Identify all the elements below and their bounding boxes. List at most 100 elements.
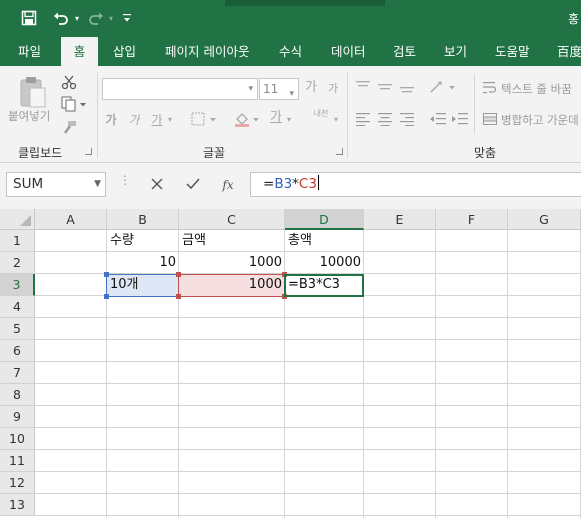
save-icon[interactable]	[18, 8, 40, 28]
column-header-g[interactable]: G	[508, 209, 581, 230]
gridline	[35, 493, 581, 494]
tab-file[interactable]: 파일	[18, 37, 41, 66]
underline-button[interactable]: 가	[150, 112, 164, 128]
tab-formulas[interactable]: 수식	[279, 37, 302, 66]
enter-icon[interactable]	[182, 174, 204, 196]
tab-view[interactable]: 보기	[444, 37, 467, 66]
cell-c3[interactable]: 1000	[179, 274, 284, 296]
column-header-b[interactable]: B	[107, 209, 179, 230]
italic-button[interactable]: 가	[127, 112, 141, 128]
wrap-text-icon[interactable]	[482, 80, 498, 100]
cell-d2[interactable]: 10000	[285, 252, 363, 274]
undo-icon[interactable]	[50, 8, 72, 28]
tab-baidu[interactable]: 百度	[557, 37, 581, 66]
row-header-12[interactable]: 12	[0, 472, 35, 494]
tab-insert[interactable]: 삽입	[113, 37, 136, 66]
column-header-a[interactable]: A	[35, 209, 107, 230]
align-bottom-icon[interactable]	[399, 80, 415, 98]
row-header-11[interactable]: 11	[0, 450, 35, 472]
column-header-c[interactable]: C	[179, 209, 285, 230]
row-header-2[interactable]: 2	[0, 252, 35, 274]
align-left-icon[interactable]	[355, 112, 371, 130]
paste-icon[interactable]	[16, 74, 48, 110]
chevron-down-icon[interactable]: ▼	[94, 173, 101, 196]
column-header-d[interactable]: D	[285, 209, 364, 230]
row-header-4[interactable]: 4	[0, 296, 35, 318]
group-separator	[97, 72, 98, 158]
copy-icon[interactable]	[60, 96, 88, 112]
cell-c1[interactable]: 금액	[179, 230, 285, 252]
font-size-select[interactable]: 11 ▾	[259, 78, 299, 100]
tab-page-layout[interactable]: 페이지 레이아웃	[165, 37, 249, 66]
customize-quick-access-icon[interactable]	[120, 8, 134, 28]
increase-indent-icon[interactable]	[451, 112, 469, 130]
gridline	[35, 471, 581, 472]
row-header-7[interactable]: 7	[0, 362, 35, 384]
chevron-down-icon[interactable]: ▾	[165, 112, 175, 128]
orientation-icon[interactable]	[429, 79, 457, 99]
gridline	[35, 317, 581, 318]
font-name-select[interactable]: ▾	[102, 78, 258, 100]
gridline	[35, 383, 581, 384]
increase-font-size-icon[interactable]: 가	[303, 80, 319, 96]
cut-icon[interactable]	[60, 74, 78, 90]
clipboard-group-label: 클립보드	[18, 146, 63, 160]
font-size-value: 11	[263, 82, 279, 96]
alignment-group-label: 맞춤	[474, 146, 497, 160]
merge-center-icon[interactable]	[482, 111, 498, 131]
worksheet-grid[interactable]: A B C D E F G 1 2 3 4 5 6 7 8 9 10 11 12…	[0, 209, 581, 518]
wrap-text-label[interactable]: 텍스트 줄 바꿈	[501, 81, 572, 97]
cell-d1[interactable]: 총액	[285, 230, 364, 252]
column-header-e[interactable]: E	[364, 209, 436, 230]
cancel-icon[interactable]	[146, 174, 168, 196]
gridline	[35, 427, 581, 428]
tab-review[interactable]: 검토	[393, 37, 416, 66]
formula-prefix: =	[263, 176, 275, 192]
select-all-button[interactable]	[0, 209, 35, 230]
formula-input[interactable]: =B3*C3	[250, 172, 581, 197]
cell-c2[interactable]: 1000	[179, 252, 284, 274]
active-cell-border	[284, 274, 364, 297]
redo-dropdown-icon[interactable]: ▾	[106, 8, 116, 28]
align-right-icon[interactable]	[399, 112, 415, 130]
fill-color-icon[interactable]	[233, 111, 263, 131]
more-options-icon[interactable]: ⋮	[119, 174, 131, 193]
name-box[interactable]: SUM ▼	[6, 172, 106, 197]
cell-b1[interactable]: 수량	[107, 230, 179, 252]
align-middle-icon[interactable]	[377, 80, 393, 98]
group-separator	[474, 74, 475, 134]
merge-center-label[interactable]: 병합하고 가운데	[501, 112, 579, 128]
row-header-6[interactable]: 6	[0, 340, 35, 362]
row-header-10[interactable]: 10	[0, 428, 35, 450]
tab-home[interactable]: 홈	[61, 37, 98, 66]
cell-b2[interactable]: 10	[107, 252, 178, 274]
undo-dropdown-icon[interactable]: ▾	[72, 8, 82, 28]
paste-label[interactable]: 붙여넣기	[8, 108, 50, 124]
font-launcher-icon[interactable]	[336, 148, 343, 155]
decrease-font-size-icon[interactable]: 가	[325, 81, 341, 97]
insert-function-icon[interactable]: fx	[217, 174, 239, 196]
row-header-13[interactable]: 13	[0, 494, 35, 516]
row-header-5[interactable]: 5	[0, 318, 35, 340]
tab-data[interactable]: 데이터	[331, 37, 366, 66]
row-header-1[interactable]: 1	[0, 230, 35, 252]
cell-b3[interactable]: 10개	[107, 274, 179, 296]
bold-button[interactable]: 가	[104, 112, 118, 128]
format-painter-icon[interactable]	[60, 120, 78, 136]
row-header-8[interactable]: 8	[0, 384, 35, 406]
phonetic-guide-button[interactable]: 내천	[311, 109, 331, 119]
chevron-down-icon[interactable]: ▾	[284, 112, 294, 128]
redo-icon[interactable]	[86, 8, 106, 28]
row-header-3[interactable]: 3	[0, 274, 35, 296]
chevron-down-icon[interactable]: ▾	[331, 112, 341, 128]
clipboard-launcher-icon[interactable]	[85, 148, 92, 155]
align-top-icon[interactable]	[355, 80, 371, 98]
font-color-button[interactable]: 가	[268, 110, 284, 126]
decrease-indent-icon[interactable]	[429, 112, 447, 130]
tab-help[interactable]: 도움말	[495, 37, 530, 66]
column-header-f[interactable]: F	[436, 209, 508, 230]
align-center-icon[interactable]	[377, 112, 393, 130]
border-icon[interactable]	[190, 111, 220, 131]
row-header-9[interactable]: 9	[0, 406, 35, 428]
formula-operator: *	[292, 176, 299, 192]
